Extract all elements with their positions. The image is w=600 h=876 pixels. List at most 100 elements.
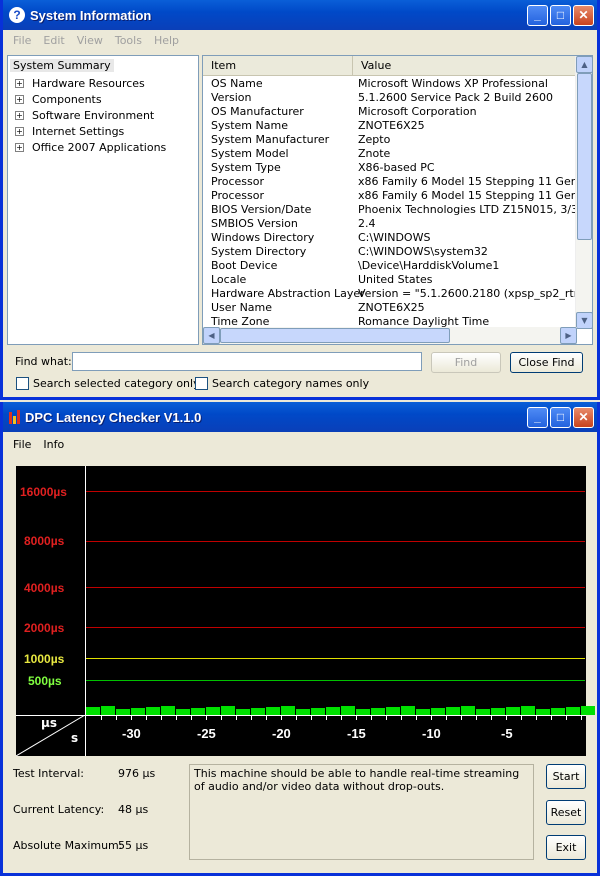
maximize-button[interactable]: □ (550, 4, 571, 26)
absolute-maximum-label: Absolute Maximum: (13, 839, 123, 852)
table-row[interactable]: Version 5.1.2600 Service Pack 2 Build 260… (203, 91, 576, 105)
column-header-item[interactable]: Item (203, 56, 353, 75)
sysinfo-body: System Summary + Hardware Resources + Comp… (7, 55, 593, 345)
table-row[interactable]: Windows Directory C:\WINDOWS (203, 231, 576, 245)
scroll-thumb[interactable] (577, 73, 592, 240)
row-item-cell: System Manufacturer (211, 133, 330, 146)
menu-view[interactable]: View (71, 34, 109, 47)
scroll-left-icon[interactable]: ◀ (203, 327, 220, 344)
minimize-button[interactable]: _ (527, 4, 548, 26)
x-axis-tick (446, 715, 447, 720)
vertical-scrollbar[interactable]: ▲ ▼ (575, 56, 592, 329)
tree-item-software-environment[interactable]: + Software Environment (10, 107, 196, 123)
menu-help[interactable]: Help (148, 34, 185, 47)
x-label-25: -25 (197, 726, 216, 741)
column-header-value[interactable]: Value (353, 56, 576, 75)
row-item-cell: Processor (211, 175, 264, 188)
table-row[interactable]: Processor x86 Family 6 Model 15 Stepping … (203, 189, 576, 203)
row-item-cell: BIOS Version/Date (211, 203, 312, 216)
gridline-8000 (85, 541, 585, 542)
latency-bar (431, 708, 445, 715)
checkbox-icon[interactable] (195, 377, 208, 390)
minimize-button[interactable]: _ (527, 406, 548, 428)
sysinfo-titlebar[interactable]: ? System Information _ □ ✕ (3, 0, 597, 30)
category-tree: System Summary + Hardware Resources + Comp… (7, 55, 199, 345)
row-value-cell: C:\WINDOWS\system32 (358, 245, 488, 258)
gridline-4000 (85, 587, 585, 588)
tree-item-internet-settings[interactable]: + Internet Settings (10, 123, 196, 139)
table-row[interactable]: Hardware Abstraction Layer Version = "5.1… (203, 287, 576, 301)
menu-file[interactable]: File (7, 438, 37, 451)
x-axis-tick (236, 715, 237, 720)
search-selected-checkbox[interactable]: Search selected category only (16, 377, 200, 390)
menu-edit[interactable]: Edit (37, 34, 70, 47)
status-message: This machine should be able to handle re… (189, 764, 534, 860)
gridline-2000 (85, 627, 585, 628)
tree-item-label: Software Environment (32, 108, 155, 122)
table-row[interactable]: OS Manufacturer Microsoft Corporation (203, 105, 576, 119)
table-row[interactable]: BIOS Version/Date Phoenix Technologies LT… (203, 203, 576, 217)
scroll-down-icon[interactable]: ▼ (576, 312, 592, 329)
x-axis-tick (311, 715, 312, 720)
maximize-button[interactable]: □ (550, 406, 571, 428)
row-value-cell: Zepto (358, 133, 391, 146)
start-button[interactable]: Start (546, 764, 586, 789)
table-row[interactable]: System Manufacturer Zepto (203, 133, 576, 147)
row-item-cell: User Name (211, 301, 273, 314)
search-names-checkbox[interactable]: Search category names only (195, 377, 369, 390)
x-axis-tick (476, 715, 477, 720)
latency-bar (116, 709, 130, 715)
window-title: System Information (30, 7, 152, 23)
latency-bar (296, 709, 310, 715)
table-row[interactable]: System Directory C:\WINDOWS\system32 (203, 245, 576, 259)
exit-button[interactable]: Exit (546, 835, 586, 860)
table-row[interactable]: Boot Device \Device\HarddiskVolume1 (203, 259, 576, 273)
expand-icon[interactable]: + (15, 110, 24, 120)
tree-item-label: Hardware Resources (32, 76, 145, 90)
reset-button[interactable]: Reset (546, 800, 586, 825)
menu-file[interactable]: File (7, 34, 37, 47)
x-axis-tick (506, 715, 507, 720)
latency-bar (356, 709, 370, 715)
table-row[interactable]: SMBIOS Version 2.4 (203, 217, 576, 231)
row-item-cell: OS Name (211, 77, 263, 90)
row-item-cell: Hardware Abstraction Layer (211, 287, 365, 300)
table-row[interactable]: Processor x86 Family 6 Model 15 Stepping … (203, 175, 576, 189)
latency-bar (176, 709, 190, 715)
close-button[interactable]: ✕ (573, 4, 594, 26)
checkbox-icon[interactable] (16, 377, 29, 390)
tree-item-components[interactable]: + Components (10, 91, 196, 107)
close-button[interactable]: ✕ (573, 406, 594, 428)
expand-icon[interactable]: + (15, 142, 24, 152)
find-button[interactable]: Find (431, 352, 501, 373)
tree-item-hardware-resources[interactable]: + Hardware Resources (10, 75, 196, 91)
scroll-up-icon[interactable]: ▲ (576, 56, 592, 73)
latency-bar (446, 707, 460, 715)
x-axis-tick (146, 715, 147, 720)
y-label-4000: 4000µs (24, 581, 65, 595)
expand-icon[interactable]: + (15, 94, 24, 104)
hscroll-thumb[interactable] (220, 328, 450, 343)
x-axis-tick (206, 715, 207, 720)
menu-info[interactable]: Info (37, 438, 70, 451)
table-row[interactable]: OS Name Microsoft Windows XP Professional (203, 77, 576, 91)
table-row[interactable]: System Type X86-based PC (203, 161, 576, 175)
gridline-500 (85, 680, 585, 681)
latency-bar (536, 709, 550, 715)
row-value-cell: C:\WINDOWS (358, 231, 431, 244)
table-row[interactable]: System Name ZNOTE6X25 (203, 119, 576, 133)
expand-icon[interactable]: + (15, 78, 24, 88)
table-row[interactable]: User Name ZNOTE6X25 (203, 301, 576, 315)
tree-item-system-summary[interactable]: System Summary (10, 59, 114, 72)
find-input[interactable] (72, 352, 422, 371)
tree-item-office-2007[interactable]: + Office 2007 Applications (10, 139, 196, 155)
close-find-button[interactable]: Close Find (510, 352, 583, 373)
table-row[interactable]: Locale United States (203, 273, 576, 287)
table-row[interactable]: System Model Znote (203, 147, 576, 161)
scroll-right-icon[interactable]: ▶ (560, 327, 577, 344)
menu-tools[interactable]: Tools (109, 34, 148, 47)
dpc-titlebar[interactable]: DPC Latency Checker V1.1.0 _ □ ✕ (3, 402, 597, 432)
horizontal-scrollbar[interactable]: ◀ ▶ (203, 327, 577, 344)
expand-icon[interactable]: + (15, 126, 24, 136)
current-latency-label: Current Latency: (13, 803, 105, 816)
